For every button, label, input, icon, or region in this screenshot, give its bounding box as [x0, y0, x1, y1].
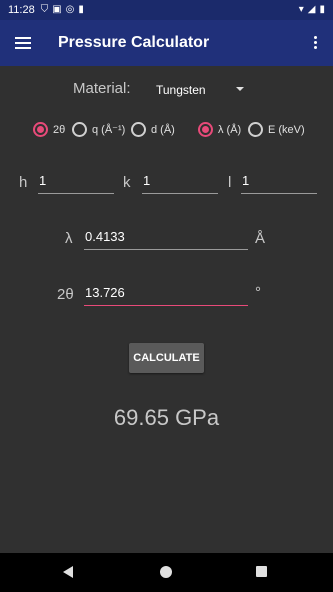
material-value: Tungsten	[156, 83, 206, 97]
wavelength-label: λ	[65, 230, 73, 247]
wavelength-input[interactable]: 0.4133	[84, 228, 248, 250]
shield-icon: ⛉	[40, 4, 49, 15]
wifi-icon: ▾	[298, 4, 304, 15]
angle-label: 2θ	[57, 286, 74, 303]
menu-icon[interactable]	[15, 36, 31, 50]
radio-circle	[248, 122, 263, 137]
radio-label: E (keV)	[268, 123, 305, 136]
sd-card-icon: ▮	[78, 4, 84, 15]
l-label: l	[228, 174, 232, 191]
material-label: Material:	[73, 80, 131, 97]
h-input[interactable]: 1	[38, 172, 114, 194]
radio-d[interactable]: d (Å)	[131, 122, 175, 137]
app-title: Pressure Calculator	[58, 34, 210, 51]
material-dropdown[interactable]: Tungsten	[156, 81, 252, 99]
navigation-bar	[0, 553, 333, 592]
back-icon[interactable]	[63, 566, 73, 578]
calculate-button[interactable]: CALCULATE	[129, 343, 204, 373]
app-bar: Pressure Calculator	[0, 20, 333, 66]
battery-icon: ▮	[319, 4, 325, 15]
radio-label: q (Å⁻¹)	[92, 124, 126, 136]
more-options-icon[interactable]	[314, 36, 318, 50]
at-icon: ◎	[65, 4, 75, 15]
k-input[interactable]: 1	[142, 172, 218, 194]
radio-two-theta[interactable]: 2θ	[33, 122, 65, 137]
pressure-result: 69.65 GPa	[113, 405, 220, 430]
home-icon[interactable]	[160, 566, 172, 578]
radio-circle	[198, 122, 213, 137]
angle-input[interactable]: 13.726	[84, 284, 248, 306]
radio-label: d (Å)	[151, 123, 175, 136]
angle-unit: °	[255, 284, 261, 301]
radio-circle	[131, 122, 146, 137]
radio-circle	[33, 122, 48, 137]
l-input[interactable]: 1	[241, 172, 317, 194]
radio-energy[interactable]: E (keV)	[248, 122, 305, 137]
radio-label: 2θ	[53, 123, 66, 136]
recent-apps-icon[interactable]	[256, 566, 267, 577]
h-label: h	[19, 174, 28, 191]
mode-radio-row: 2θ q (Å⁻¹) d (Å) λ (Å) E (keV)	[0, 122, 333, 142]
status-time: 11:28	[8, 4, 35, 16]
radio-label: λ (Å)	[218, 123, 242, 136]
status-bar: 11:28 ⛉ ▣ ◎ ▮ ▾ ◢ ▮	[0, 0, 333, 20]
dropdown-arrow-icon	[236, 87, 244, 91]
a-icon: ▣	[52, 4, 62, 15]
wavelength-unit: Å	[255, 230, 266, 247]
signal-icon: ◢	[307, 4, 316, 15]
k-label: k	[123, 174, 131, 191]
radio-lambda[interactable]: λ (Å)	[198, 122, 241, 137]
radio-q[interactable]: q (Å⁻¹)	[72, 122, 125, 137]
radio-circle	[72, 122, 87, 137]
